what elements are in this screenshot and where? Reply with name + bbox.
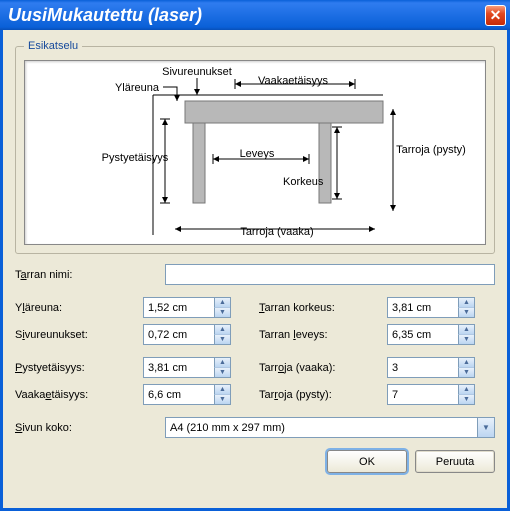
tarran-korkeus-label: Tarran korkeus: <box>259 302 387 314</box>
spin-down-icon[interactable]: ▼ <box>458 334 474 344</box>
preview-legend: Esikatselu <box>24 40 82 52</box>
tarran-leveys-input[interactable] <box>388 325 458 344</box>
tarroja-pysty-input[interactable] <box>388 385 458 404</box>
tarran-leveys-label: Tarran leveys: <box>259 329 387 341</box>
close-icon[interactable]: ✕ <box>485 5 506 26</box>
svg-text:Korkeus: Korkeus <box>283 176 324 188</box>
spin-down-icon[interactable]: ▼ <box>214 394 230 404</box>
pystyetaisyys-spinner[interactable]: ▲▼ <box>143 357 231 378</box>
sivun-koko-label: Sivun koko: <box>15 422 165 434</box>
vaakaetaisyys-spinner[interactable]: ▲▼ <box>143 384 231 405</box>
tarroja-vaaka-spinner[interactable]: ▲▼ <box>387 357 475 378</box>
spin-up-icon[interactable]: ▲ <box>458 385 474 394</box>
pystyetaisyys-input[interactable] <box>144 358 214 377</box>
vaakaetaisyys-label: Vaakaetäisyys: <box>15 389 143 401</box>
tarran-nimi-label: Tarran nimi: <box>15 269 165 281</box>
svg-text:Sivureunukset: Sivureunukset <box>162 66 232 78</box>
tarroja-vaaka-input[interactable] <box>388 358 458 377</box>
spin-up-icon[interactable]: ▲ <box>214 358 230 367</box>
spin-down-icon[interactable]: ▼ <box>214 307 230 317</box>
ok-button[interactable]: OK <box>327 450 407 473</box>
pystyetaisyys-label: Pystyetäisyys: <box>15 362 143 374</box>
tarran-nimi-input[interactable] <box>165 264 495 285</box>
svg-text:Vaakaetäisyys: Vaakaetäisyys <box>258 75 329 87</box>
tarran-korkeus-input[interactable] <box>388 298 458 317</box>
window-title: UusiMukautettu (laser) <box>8 5 202 26</box>
sivun-koko-input[interactable] <box>166 418 477 437</box>
spin-up-icon[interactable]: ▲ <box>214 298 230 307</box>
spin-down-icon[interactable]: ▼ <box>214 367 230 377</box>
ylareuna-label: Yläreuna: <box>15 302 143 314</box>
spin-up-icon[interactable]: ▲ <box>214 385 230 394</box>
svg-text:Pystyetäisyys: Pystyetäisyys <box>102 152 169 164</box>
preview-fieldset: Esikatselu Sivureunukset Yläreuna Vaakae… <box>15 40 495 254</box>
tarran-korkeus-spinner[interactable]: ▲▼ <box>387 297 475 318</box>
tarran-leveys-spinner[interactable]: ▲▼ <box>387 324 475 345</box>
sivureunukset-label: Sivureunukset: <box>15 329 143 341</box>
cancel-button[interactable]: Peruuta <box>415 450 495 473</box>
tarroja-vaaka-label: Tarroja (vaaka): <box>259 362 387 374</box>
vaakaetaisyys-input[interactable] <box>144 385 214 404</box>
spin-up-icon[interactable]: ▲ <box>458 298 474 307</box>
sivun-koko-combo[interactable]: ▼ <box>165 417 495 438</box>
ylareuna-input[interactable] <box>144 298 214 317</box>
titlebar: UusiMukautettu (laser) ✕ <box>0 0 510 30</box>
spin-down-icon[interactable]: ▼ <box>214 334 230 344</box>
tarroja-pysty-spinner[interactable]: ▲▼ <box>387 384 475 405</box>
preview-diagram: Sivureunukset Yläreuna Vaakaetäisyys <box>24 60 486 245</box>
ylareuna-spinner[interactable]: ▲▼ <box>143 297 231 318</box>
svg-text:Tarroja (pysty): Tarroja (pysty) <box>396 144 466 156</box>
dialog-body: Esikatselu Sivureunukset Yläreuna Vaakae… <box>0 30 510 511</box>
spin-down-icon[interactable]: ▼ <box>458 367 474 377</box>
sivureunukset-spinner[interactable]: ▲▼ <box>143 324 231 345</box>
svg-text:Tarroja (vaaka): Tarroja (vaaka) <box>240 226 313 238</box>
spin-up-icon[interactable]: ▲ <box>458 325 474 334</box>
chevron-down-icon[interactable]: ▼ <box>477 418 494 437</box>
spin-down-icon[interactable]: ▼ <box>458 307 474 317</box>
spin-down-icon[interactable]: ▼ <box>458 394 474 404</box>
svg-text:Yläreuna: Yläreuna <box>115 82 160 94</box>
sivureunukset-input[interactable] <box>144 325 214 344</box>
spin-up-icon[interactable]: ▲ <box>458 358 474 367</box>
spin-up-icon[interactable]: ▲ <box>214 325 230 334</box>
svg-text:Leveys: Leveys <box>240 148 275 160</box>
tarroja-pysty-label: Tarroja (pysty): <box>259 389 387 401</box>
